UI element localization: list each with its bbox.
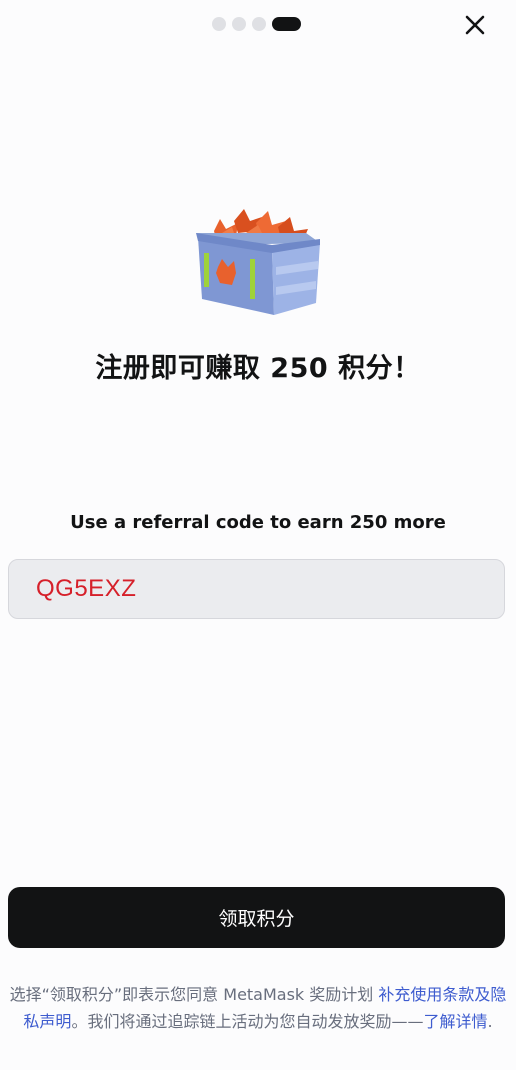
close-icon <box>465 15 485 35</box>
step-dot-4-active <box>272 17 301 31</box>
terms-disclaimer: 选择“领取积分”即表示您同意 MetaMask 奖励计划 补充使用条款及隐私声明… <box>8 981 508 1035</box>
step-progress-indicator <box>212 17 301 31</box>
claim-points-button[interactable]: 领取积分 <box>8 887 505 948</box>
referral-code-label: Use a referral code to earn 250 more <box>70 512 446 533</box>
disclaimer-text-after: . <box>487 1012 493 1031</box>
step-dot-2 <box>232 17 246 31</box>
step-dot-1 <box>212 17 226 31</box>
points-crate-image <box>196 209 320 315</box>
disclaimer-text-middle: 。我们将通过追踪链上活动为您自动发放奖励—— <box>71 1012 424 1031</box>
close-button[interactable] <box>462 12 488 38</box>
page-headline: 注册即可赚取 250 积分！ <box>95 353 421 384</box>
learn-more-link[interactable]: 了解详情 <box>423 1012 487 1031</box>
disclaimer-text-before: 选择“领取积分”即表示您同意 MetaMask 奖励计划 <box>9 985 379 1004</box>
referral-code-input[interactable]: QG5EXZ <box>8 559 505 619</box>
step-dot-3 <box>252 17 266 31</box>
